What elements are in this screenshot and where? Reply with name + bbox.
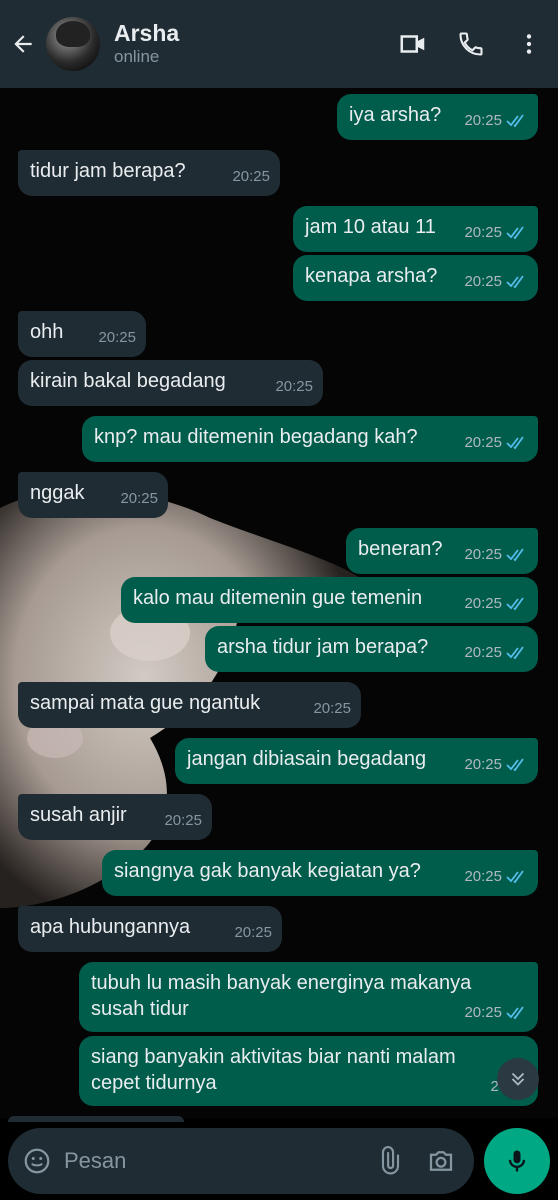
contact-status: online: [114, 47, 160, 66]
double-check-icon: [506, 275, 524, 289]
phone-icon: [459, 32, 483, 56]
contact-name: Arsha: [114, 20, 180, 46]
message-time: 20:25: [464, 434, 502, 451]
message-text: arsha tidur jam berapa?: [217, 636, 429, 658]
message-incoming[interactable]: ohh 20:25: [18, 311, 146, 357]
message-time: 20:25: [464, 224, 502, 241]
message-incoming[interactable]: susah anjir 20:25: [18, 794, 212, 840]
double-check-icon: [506, 226, 524, 240]
attach-icon[interactable]: [374, 1146, 404, 1176]
message-text: jam 10 atau 11: [305, 216, 436, 238]
message-outgoing[interactable]: jangan dibiasain begadang 20:25: [175, 738, 538, 784]
more-vert-icon: [526, 34, 532, 54]
message-outgoing[interactable]: iya arsha? 20:25: [337, 94, 538, 140]
chat-header: Arsha online: [0, 0, 558, 88]
message-text: kirain bakal begadang: [30, 370, 226, 392]
back-button[interactable]: [0, 0, 46, 88]
message-time: 20:25: [313, 700, 351, 717]
message-time: 20:25: [464, 1004, 502, 1021]
double-check-icon: [506, 436, 524, 450]
voice-call-button[interactable]: [442, 0, 500, 88]
message-time: 20:25: [464, 868, 502, 885]
message-text: ohh: [30, 321, 64, 343]
message-text: siangnya gak banyak kegiatan ya?: [114, 860, 421, 882]
message-incoming[interactable]: kirain bakal begadang 20:25: [18, 360, 323, 406]
message-text: beneran?: [358, 538, 443, 560]
message-time: 20:25: [120, 490, 158, 507]
avatar[interactable]: [46, 17, 100, 71]
double-chevron-down-icon: [511, 1072, 525, 1086]
message-time: 20:25: [164, 812, 202, 829]
message-text: knp? mau ditemenin begadang kah?: [94, 426, 418, 448]
message-text: nggak: [30, 482, 85, 504]
partial-message: [8, 1116, 184, 1122]
message-outgoing[interactable]: tubuh lu masih banyak energinya makanya …: [79, 962, 538, 1032]
message-incoming[interactable]: apa hubungannya 20:25: [18, 906, 282, 952]
message-time: 20:25: [275, 378, 313, 395]
back-arrow-icon: [14, 35, 32, 53]
message-text: jangan dibiasain begadang: [187, 748, 427, 770]
message-time: 20:25: [464, 112, 502, 129]
double-check-icon: [506, 114, 524, 128]
double-check-icon: [506, 870, 524, 884]
message-input[interactable]: Pesan: [64, 1148, 374, 1174]
double-check-icon: [506, 1006, 524, 1020]
message-outgoing[interactable]: jam 10 atau 11 20:25: [293, 206, 538, 252]
message-composer[interactable]: Pesan: [8, 1128, 474, 1194]
mic-icon: [508, 1150, 526, 1172]
message-outgoing[interactable]: kenapa arsha? 20:25: [293, 255, 538, 301]
menu-button[interactable]: [500, 0, 558, 88]
message-outgoing[interactable]: beneran? 20:25: [346, 528, 538, 574]
message-outgoing[interactable]: arsha tidur jam berapa? 20:25: [205, 626, 538, 672]
message-outgoing[interactable]: siang banyakin aktivitas biar nanti mala…: [79, 1036, 538, 1106]
double-check-icon: [506, 758, 524, 772]
voice-record-button[interactable]: [484, 1128, 550, 1194]
camera-icon[interactable]: [426, 1146, 456, 1176]
message-text: kalo mau ditemenin gue temenin: [133, 587, 423, 609]
message-time: 20:25: [464, 644, 502, 661]
chat-area[interactable]: iya arsha? 20:25 tidur jam berapa? 20:25…: [0, 88, 558, 1118]
double-check-icon: [506, 548, 524, 562]
scroll-to-bottom-button[interactable]: [497, 1058, 539, 1100]
message-text: apa hubungannya: [30, 916, 191, 938]
contact-info[interactable]: Arsha online: [114, 20, 384, 68]
message-text: tubuh lu masih banyak energinya makanya …: [91, 972, 472, 1020]
message-text: iya arsha?: [349, 104, 442, 126]
double-check-icon: [506, 597, 524, 611]
message-text: kenapa arsha?: [305, 265, 438, 287]
message-text: siang banyakin aktivitas biar nanti mala…: [91, 1046, 456, 1094]
message-outgoing[interactable]: kalo mau ditemenin gue temenin 20:25: [121, 577, 538, 623]
emoji-icon[interactable]: [22, 1146, 52, 1176]
message-time: 20:25: [464, 756, 502, 773]
message-text: susah anjir: [30, 804, 127, 826]
message-incoming[interactable]: tidur jam berapa? 20:25: [18, 150, 280, 196]
message-time: 20:25: [464, 273, 502, 290]
message-incoming[interactable]: sampai mata gue ngantuk 20:25: [18, 682, 361, 728]
message-text: tidur jam berapa?: [30, 160, 186, 182]
message-time: 20:25: [464, 595, 502, 612]
message-text: sampai mata gue ngantuk: [30, 692, 261, 714]
message-time: 20:25: [464, 546, 502, 563]
video-call-icon: [400, 35, 425, 53]
message-outgoing[interactable]: siangnya gak banyak kegiatan ya? 20:25: [102, 850, 538, 896]
message-time: 20:25: [232, 168, 270, 185]
video-call-button[interactable]: [384, 0, 442, 88]
message-time: 20:25: [98, 329, 136, 346]
double-check-icon: [506, 646, 524, 660]
message-outgoing[interactable]: knp? mau ditemenin begadang kah? 20:25: [82, 416, 538, 462]
message-time: 20:25: [234, 924, 272, 941]
message-incoming[interactable]: nggak 20:25: [18, 472, 168, 518]
